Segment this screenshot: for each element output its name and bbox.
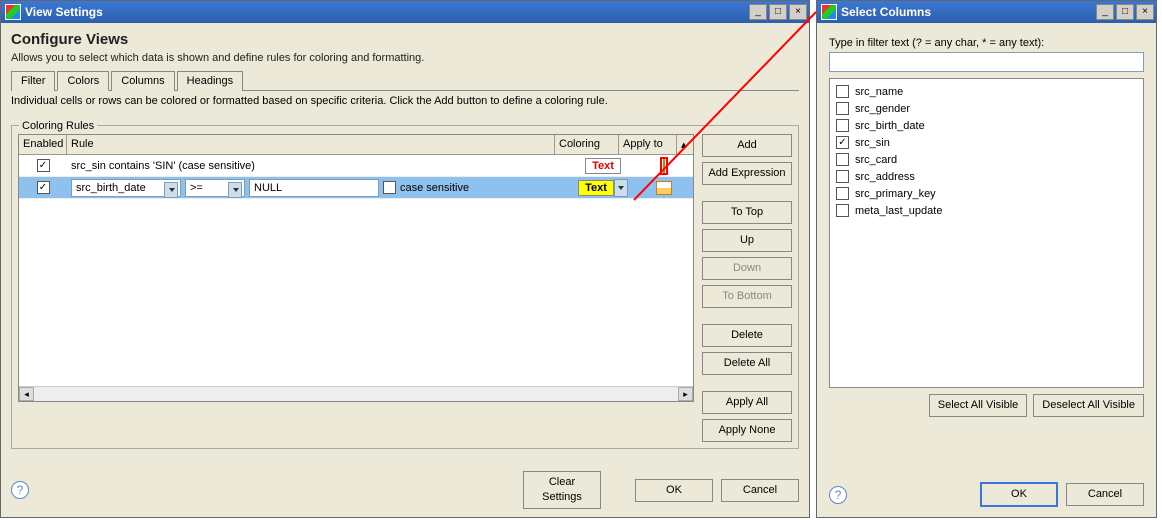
close-button[interactable]: × xyxy=(1136,4,1154,20)
column-label: src_sin xyxy=(855,137,890,149)
down-button[interactable]: Down xyxy=(702,257,792,280)
column-checkbox[interactable] xyxy=(836,153,849,166)
app-logo-icon xyxy=(5,4,21,20)
maximize-button[interactable]: □ xyxy=(1116,4,1134,20)
coloring-dropdown-button[interactable] xyxy=(614,179,628,197)
tabs-bar: Filter Colors Columns Headings xyxy=(11,70,799,91)
rule-action-buttons: Add Add Expression To Top Up Down To Bot… xyxy=(702,134,792,442)
column-label: src_name xyxy=(855,86,903,98)
coloring-sample[interactable]: Text xyxy=(585,158,621,174)
column-label: src_birth_date xyxy=(855,120,925,132)
column-label: src_gender xyxy=(855,103,910,115)
column-checkbox[interactable] xyxy=(836,85,849,98)
column-item: meta_last_update xyxy=(834,202,1139,219)
minimize-button[interactable]: _ xyxy=(1096,4,1114,20)
column-item: ✓ src_sin xyxy=(834,134,1139,151)
page-heading: Configure Views xyxy=(11,31,799,48)
col-header-rule[interactable]: Rule xyxy=(67,135,555,154)
filter-input[interactable] xyxy=(829,52,1144,72)
view-settings-window: View Settings _ □ × Configure Views Allo… xyxy=(0,0,810,518)
to-bottom-button[interactable]: To Bottom xyxy=(702,285,792,308)
select-all-visible-button[interactable]: Select All Visible xyxy=(929,394,1028,417)
window-title: View Settings xyxy=(25,5,749,19)
column-item: src_gender xyxy=(834,100,1139,117)
apply-all-button[interactable]: Apply All xyxy=(702,391,792,414)
clear-settings-button[interactable]: Clear Settings xyxy=(523,471,601,509)
column-label: meta_last_update xyxy=(855,205,942,217)
column-item: src_primary_key xyxy=(834,185,1139,202)
help-icon[interactable]: ? xyxy=(11,481,29,499)
grid-scroll-up-button[interactable]: ▴ xyxy=(677,135,693,154)
tab-columns[interactable]: Columns xyxy=(111,71,174,91)
select-columns-titlebar[interactable]: Select Columns _ □ × xyxy=(817,1,1156,23)
column-checkbox[interactable] xyxy=(836,204,849,217)
col-header-apply-to[interactable]: Apply to xyxy=(619,135,677,154)
column-item: src_address xyxy=(834,168,1139,185)
filter-label: Type in filter text (? = any char, * = a… xyxy=(829,37,1144,49)
operator-dropdown[interactable]: >= xyxy=(185,179,245,197)
to-top-button[interactable]: To Top xyxy=(702,201,792,224)
column-item: src_birth_date xyxy=(834,117,1139,134)
col-header-coloring[interactable]: Coloring xyxy=(555,135,619,154)
ok-button[interactable]: OK xyxy=(635,479,713,502)
column-checkbox[interactable] xyxy=(836,102,849,115)
apply-to-icon[interactable] xyxy=(656,181,672,195)
minimize-button[interactable]: _ xyxy=(749,4,767,20)
tab-colors[interactable]: Colors xyxy=(57,71,109,91)
rules-grid[interactable]: Enabled Rule Coloring Apply to ▴ ✓ src_s… xyxy=(18,134,694,402)
column-item: src_card xyxy=(834,151,1139,168)
tab-filter[interactable]: Filter xyxy=(11,71,55,91)
column-checkbox[interactable] xyxy=(836,170,849,183)
coloring-rules-fieldset: Enabled Rule Coloring Apply to ▴ ✓ src_s… xyxy=(11,125,799,449)
scroll-right-button[interactable]: ▸ xyxy=(678,387,693,401)
col-header-enabled[interactable]: Enabled xyxy=(19,135,67,154)
enabled-checkbox[interactable]: ✓ xyxy=(37,181,50,194)
page-description: Allows you to select which data is shown… xyxy=(11,52,799,64)
column-checkbox[interactable] xyxy=(836,187,849,200)
grid-horizontal-scrollbar[interactable]: ◂ ▸ xyxy=(19,386,693,401)
add-expression-button[interactable]: Add Expression xyxy=(702,162,792,185)
value-input[interactable]: NULL xyxy=(249,179,379,197)
column-checkbox[interactable]: ✓ xyxy=(836,136,849,149)
ok-button[interactable]: OK xyxy=(980,482,1058,507)
column-label: src_card xyxy=(855,154,897,166)
case-sensitive-label: case sensitive xyxy=(400,182,469,194)
apply-to-button-highlight xyxy=(660,157,668,175)
add-button[interactable]: Add xyxy=(702,134,792,157)
tab-headings[interactable]: Headings xyxy=(177,71,243,91)
window-title: Select Columns xyxy=(841,5,1096,19)
up-button[interactable]: Up xyxy=(702,229,792,252)
column-label: src_address xyxy=(855,171,915,183)
apply-to-icon[interactable] xyxy=(663,159,665,173)
enabled-checkbox[interactable]: ✓ xyxy=(37,159,50,172)
rule-row[interactable]: ✓ src_sin contains 'SIN' (case sensitive… xyxy=(19,155,693,177)
rule-text: src_sin contains 'SIN' (case sensitive) xyxy=(67,155,571,176)
fieldset-label: Coloring Rules xyxy=(19,120,97,132)
help-icon[interactable]: ? xyxy=(829,486,847,504)
column-item: src_name xyxy=(834,83,1139,100)
grid-header: Enabled Rule Coloring Apply to ▴ xyxy=(19,135,693,155)
scroll-left-button[interactable]: ◂ xyxy=(19,387,34,401)
columns-list[interactable]: src_name src_gender src_birth_date ✓ src_… xyxy=(829,78,1144,388)
case-sensitive-checkbox[interactable] xyxy=(383,181,396,194)
rule-row-editing[interactable]: ✓ src_birth_date >= NULL case sensitive … xyxy=(19,177,693,199)
delete-button[interactable]: Delete xyxy=(702,324,792,347)
cancel-button[interactable]: Cancel xyxy=(721,479,799,502)
coloring-sample[interactable]: Text xyxy=(578,180,614,196)
cancel-button[interactable]: Cancel xyxy=(1066,483,1144,506)
view-settings-titlebar[interactable]: View Settings _ □ × xyxy=(1,1,809,23)
field-dropdown[interactable]: src_birth_date xyxy=(71,179,181,197)
apply-none-button[interactable]: Apply None xyxy=(702,419,792,442)
select-columns-window: Select Columns _ □ × Type in filter text… xyxy=(816,0,1157,518)
column-checkbox[interactable] xyxy=(836,119,849,132)
maximize-button[interactable]: □ xyxy=(769,4,787,20)
delete-all-button[interactable]: Delete All xyxy=(702,352,792,375)
colors-tab-description: Individual cells or rows can be colored … xyxy=(11,95,799,107)
app-logo-icon xyxy=(821,4,837,20)
view-settings-footer: ? Clear Settings OK Cancel xyxy=(11,471,799,509)
deselect-all-visible-button[interactable]: Deselect All Visible xyxy=(1033,394,1144,417)
column-label: src_primary_key xyxy=(855,188,936,200)
close-button[interactable]: × xyxy=(789,4,807,20)
